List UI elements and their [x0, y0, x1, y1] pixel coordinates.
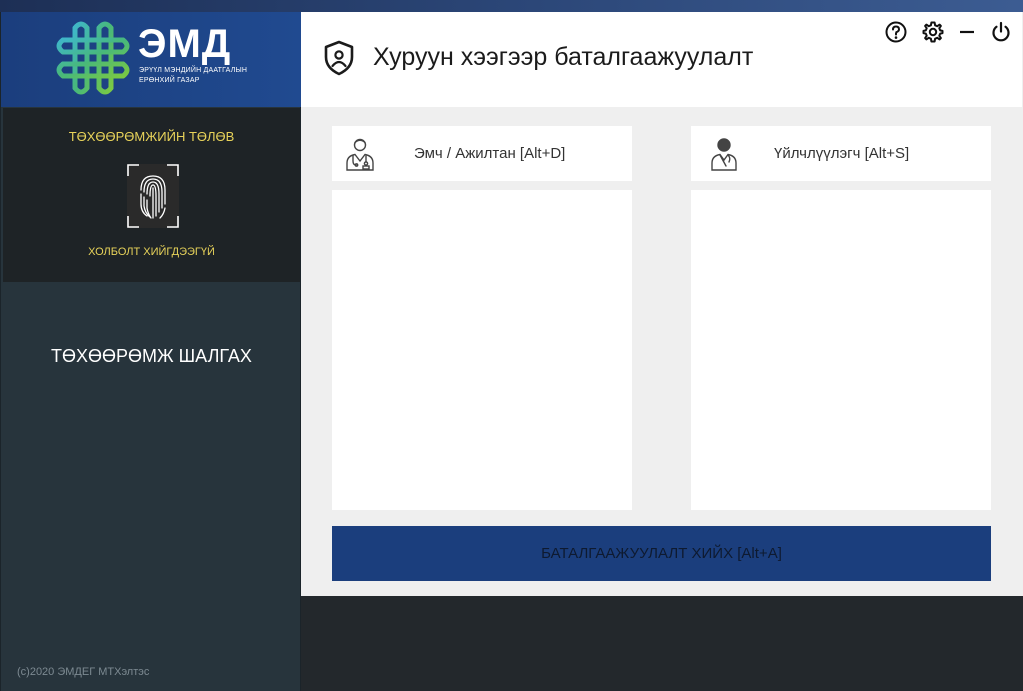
power-icon[interactable]	[989, 20, 1013, 44]
main-content: Хуруун хээгээр баталгаажуулалт Эмч / Ажи…	[301, 12, 1023, 596]
patient-icon	[711, 138, 737, 171]
fingerprint-icon	[127, 164, 179, 228]
brand-subtitle-line1: ЭРҮҮЛ МЭНДИЙН ДААТГАЛЫН	[139, 67, 248, 74]
doctor-fingerprint-area	[332, 190, 632, 510]
copyright-text: (c)2020 ЭМДЕГ МТХэлтэс	[17, 666, 150, 678]
desktop-background	[0, 0, 1023, 12]
sidebar: ЭМД ЭРҮҮЛ МЭНДИЙН ДААТГАЛЫН ЕРӨНХИЙ ГАЗА…	[0, 12, 302, 691]
settings-icon[interactable]	[921, 20, 945, 44]
doctor-card-label: Эмч / Ажилтан [Alt+D]	[414, 145, 566, 162]
bottom-panel	[301, 596, 1023, 691]
patient-card-label: Үйлчлүүлэгч [Alt+S]	[774, 145, 910, 162]
header: Хуруун хээгээр баталгаажуулалт	[301, 12, 1022, 107]
device-status-panel: ТӨХӨӨРӨМЖИЙН ТӨЛӨВ ХОЛБОЛТ ХИЙГДЭЭГҮЙ	[3, 108, 300, 282]
logo-area: ЭМД ЭРҮҮЛ МЭНДИЙН ДААТГАЛЫН ЕРӨНХИЙ ГАЗА…	[1, 12, 302, 107]
help-icon[interactable]	[884, 20, 908, 44]
check-device-button[interactable]: ТӨХӨӨРӨМЖ ШАЛГАХ	[1, 346, 302, 367]
brand-title: ЭМД	[138, 22, 232, 66]
app-window: ЭМД ЭРҮҮЛ МЭНДИЙН ДААТГАЛЫН ЕРӨНХИЙ ГАЗА…	[0, 12, 1023, 691]
doctor-icon	[346, 138, 374, 171]
shield-user-icon	[324, 40, 354, 76]
verify-button[interactable]: БАТАЛГААЖУУЛАЛТ ХИЙХ [Alt+A]	[332, 526, 991, 581]
patient-card-header[interactable]: Үйлчлүүлэгч [Alt+S]	[691, 126, 991, 181]
brand-subtitle-line2: ЕРӨНХИЙ ГАЗАР	[139, 77, 200, 84]
patient-fingerprint-area	[691, 190, 991, 510]
connection-status: ХОЛБОЛТ ХИЙГДЭЭГҮЙ	[88, 246, 215, 258]
brand-subtitle: ЭРҮҮЛ МЭНДИЙН ДААТГАЛЫН ЕРӨНХИЙ ГАЗАР	[139, 66, 259, 86]
device-status-title: ТӨХӨӨРӨМЖИЙН ТӨЛӨВ	[68, 129, 235, 144]
doctor-card-header[interactable]: Эмч / Ажилтан [Alt+D]	[332, 126, 632, 181]
minimize-icon[interactable]	[955, 20, 979, 44]
page-title: Хуруун хээгээр баталгаажуулалт	[373, 43, 754, 71]
logo-knot-icon	[56, 21, 130, 95]
